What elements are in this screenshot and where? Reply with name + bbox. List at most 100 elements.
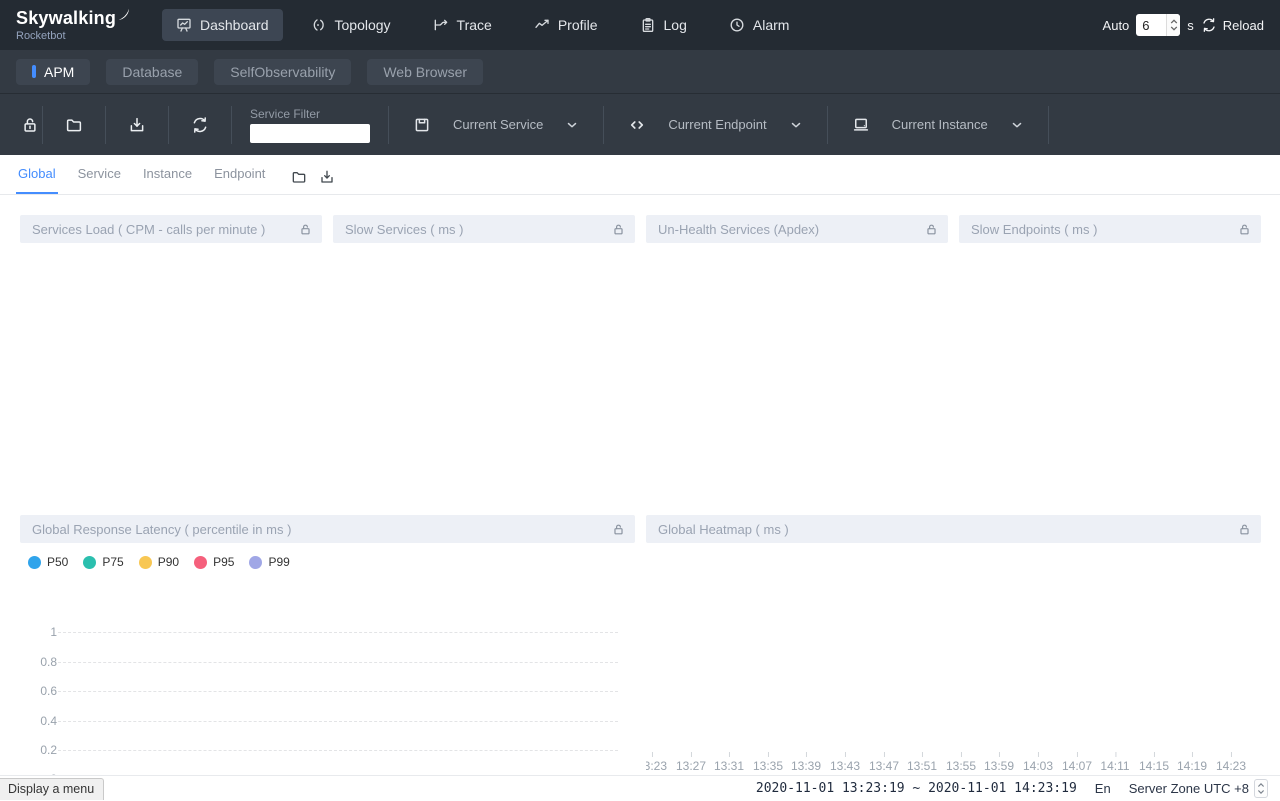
page-tab-label: SelfObservability [230, 64, 335, 80]
heatmap-chart[interactable]: 13:23 13:27 13:31 13:35 13:39 13:43 13:4… [646, 543, 1261, 770]
tab-endpoint[interactable]: Endpoint [212, 166, 267, 194]
nav-item-label: Trace [457, 17, 492, 33]
instance-icon [852, 116, 870, 134]
nav-item-label: Topology [335, 17, 391, 33]
page-tab-web-browser[interactable]: Web Browser [367, 59, 483, 85]
panel-title: Global Response Latency ( percentile in … [32, 522, 612, 537]
panel-row-1: Services Load ( CPM - calls per minute )… [20, 215, 1261, 243]
page-tab-label: Database [122, 64, 182, 80]
legend-dot [194, 556, 207, 569]
trace-icon [433, 17, 449, 33]
chevron-down-icon [789, 118, 803, 132]
app-logo[interactable]: Skywalking Rocketbot [16, 8, 136, 42]
page-tab-label: Web Browser [383, 64, 467, 80]
refresh-icon[interactable] [169, 116, 231, 134]
panel-slow-endpoints: Slow Endpoints ( ms ) [959, 215, 1261, 243]
service-icon [413, 116, 431, 134]
legend-item-p90[interactable]: P90 [139, 555, 179, 569]
service-filter-group: Service Filter [232, 107, 388, 143]
lock-icon[interactable] [612, 223, 625, 236]
panel-row-2: Global Response Latency ( percentile in … [20, 515, 1261, 770]
current-service-label: Current Service [453, 117, 543, 132]
active-tab-indicator [32, 65, 36, 78]
legend-dot [139, 556, 152, 569]
tab-instance[interactable]: Instance [141, 166, 194, 194]
nav-item-dashboard[interactable]: Dashboard [162, 9, 283, 41]
legend-dot [28, 556, 41, 569]
current-endpoint-selector[interactable]: Current Endpoint [604, 116, 826, 134]
auto-interval-input[interactable]: 6 [1136, 14, 1180, 36]
lock-icon[interactable] [1238, 223, 1251, 236]
logo-title: Skywalking [16, 8, 116, 29]
tab-global[interactable]: Global [16, 166, 58, 194]
nav-item-log[interactable]: Log [626, 9, 701, 41]
endpoint-icon [628, 116, 646, 134]
panel-unhealth-services: Un-Health Services (Apdex) [646, 215, 948, 243]
top-navbar: Skywalking Rocketbot Dashboard Topology [0, 0, 1280, 50]
page-tab-selfobservability[interactable]: SelfObservability [214, 59, 351, 85]
auto-interval-value: 6 [1136, 18, 1166, 33]
legend-item-p50[interactable]: P50 [28, 555, 68, 569]
dashboard-icon [176, 17, 192, 33]
lock-icon[interactable] [299, 223, 312, 236]
import-icon[interactable] [313, 169, 341, 194]
import-icon[interactable] [106, 116, 168, 134]
panel-slow-services: Slow Services ( ms ) [333, 215, 635, 243]
current-instance-selector[interactable]: Current Instance [828, 116, 1048, 134]
nav-item-topology[interactable]: Topology [297, 9, 405, 41]
panel-title: Global Heatmap ( ms ) [658, 522, 1238, 537]
current-service-selector[interactable]: Current Service [389, 116, 603, 134]
browser-status-tooltip: Display a menu [0, 778, 104, 800]
folder-icon[interactable] [43, 116, 105, 134]
panel-title: Services Load ( CPM - calls per minute ) [32, 222, 299, 237]
nav-item-alarm[interactable]: Alarm [715, 9, 804, 41]
timezone-stepper[interactable] [1254, 779, 1268, 798]
panel-global-response-latency: Global Response Latency ( percentile in … [20, 515, 635, 770]
lock-icon[interactable] [612, 523, 625, 536]
reload-label: Reload [1223, 18, 1264, 33]
dashboard-scope-tabs: Global Service Instance Endpoint [0, 155, 1280, 195]
topology-icon [311, 17, 327, 33]
reload-button[interactable]: Reload [1201, 17, 1264, 33]
folder-icon[interactable] [285, 169, 313, 194]
legend-item-p75[interactable]: P75 [83, 555, 123, 569]
nav-item-label: Alarm [753, 17, 790, 33]
latency-chart[interactable]: P50 P75 P90 P95 P99 1 0.8 0.6 0.4 0.2 0 … [20, 543, 635, 770]
tab-service[interactable]: Service [76, 166, 123, 194]
auto-label: Auto [1103, 18, 1130, 33]
auto-interval-spinner[interactable] [1166, 14, 1180, 36]
lock-icon[interactable] [1238, 523, 1251, 536]
page-tab-apm[interactable]: APM [16, 59, 90, 85]
lock-icon[interactable] [0, 116, 42, 134]
page-tabs-bar: APM Database SelfObservability Web Brows… [0, 50, 1280, 93]
service-filter-input[interactable] [250, 124, 370, 143]
log-icon [640, 17, 656, 33]
legend-dot [249, 556, 262, 569]
alarm-icon [729, 17, 745, 33]
panel-title: Un-Health Services (Apdex) [658, 222, 925, 237]
time-range-picker[interactable]: 2020-11-01 13:23:19 ~ 2020-11-01 14:23:1… [756, 781, 1077, 796]
footer-bar: 2020-11-01 13:23:19 ~ 2020-11-01 14:23:1… [0, 775, 1280, 800]
nav-item-trace[interactable]: Trace [419, 9, 506, 41]
nav-item-label: Profile [558, 17, 598, 33]
panel-title: Slow Services ( ms ) [345, 222, 612, 237]
page-tab-label: APM [44, 64, 74, 80]
service-filter-label: Service Filter [250, 107, 370, 121]
latency-legend: P50 P75 P90 P95 P99 [28, 555, 290, 569]
divider [1048, 106, 1049, 144]
legend-dot [83, 556, 96, 569]
panel-title: Slow Endpoints ( ms ) [971, 222, 1238, 237]
profile-icon [534, 17, 550, 33]
auto-reload-controls: Auto 6 s Reload [1103, 14, 1264, 36]
page-tab-database[interactable]: Database [106, 59, 198, 85]
panel-global-heatmap: Global Heatmap ( ms ) 13:23 13:27 13:31 … [646, 515, 1261, 770]
legend-item-p95[interactable]: P95 [194, 555, 234, 569]
main-navigation: Dashboard Topology Trace Profile [162, 9, 803, 41]
auto-unit-label: s [1187, 18, 1194, 33]
nav-item-profile[interactable]: Profile [520, 9, 612, 41]
chevron-down-icon [1010, 118, 1024, 132]
legend-item-p99[interactable]: P99 [249, 555, 289, 569]
dashboard-toolbar: Service Filter Current Service Current E… [0, 93, 1280, 155]
lock-icon[interactable] [925, 223, 938, 236]
language-toggle[interactable]: En [1095, 781, 1111, 796]
